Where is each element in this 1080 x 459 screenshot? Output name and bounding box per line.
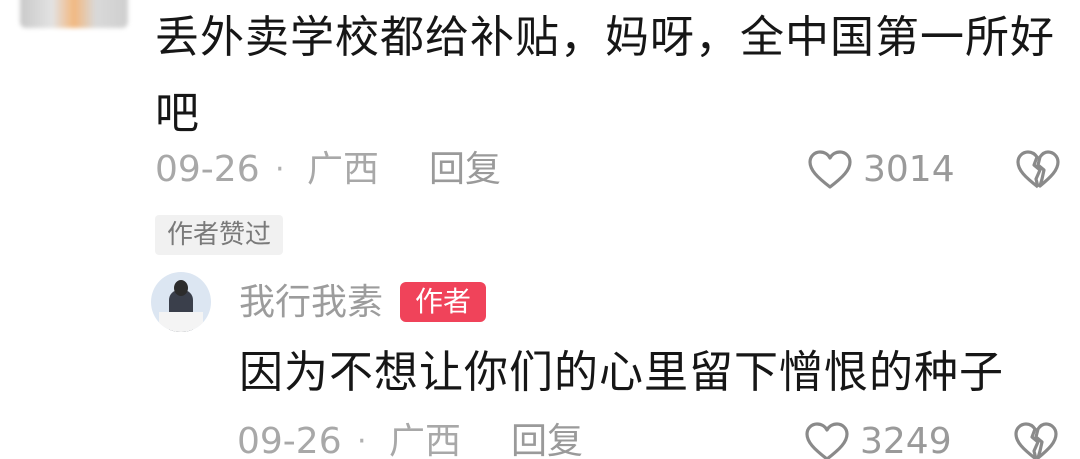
reply-meta-row: 09-26 · 广西 回复 3249 [237, 417, 1075, 459]
broken-heart-icon [1014, 422, 1058, 459]
like-count: 3014 [863, 149, 955, 190]
meta-separator: · [357, 424, 367, 459]
comment-meta-row: 09-26 · 广西 回复 3014 [155, 145, 1075, 195]
author-badge: 作者 [400, 282, 486, 322]
dislike-button[interactable] [1015, 149, 1061, 195]
reply-location: 广西 [389, 421, 462, 459]
comment-text: 丢外卖学校都给补贴，妈呀，全中国第一所好吧 [155, 12, 1055, 139]
reply-button[interactable]: 回复 [511, 417, 583, 459]
comment-date: 09-26 [155, 149, 260, 190]
reply-text: 因为不想让你们的心里留下憎恨的种子 [239, 347, 1004, 398]
author-liked-tag: 作者赞过 [155, 215, 284, 255]
like-count: 3249 [860, 421, 952, 459]
heart-outline-icon [805, 422, 849, 459]
reply-date: 09-26 [237, 421, 342, 459]
reply-username[interactable]: 我行我素 [239, 280, 383, 326]
meta-separator: · [275, 152, 285, 187]
heart-outline-icon [808, 150, 852, 189]
comment-location: 广西 [307, 149, 380, 190]
broken-heart-icon [1016, 150, 1060, 189]
commenter-avatar[interactable] [20, 0, 128, 28]
comment-thread: 丢外卖学校都给补贴，妈呀，全中国第一所好吧 09-26 · 广西 回复 3014… [0, 0, 1080, 459]
reply-avatar[interactable] [151, 272, 211, 332]
dislike-button[interactable] [1013, 421, 1059, 459]
reply-button[interactable]: 回复 [429, 145, 501, 195]
